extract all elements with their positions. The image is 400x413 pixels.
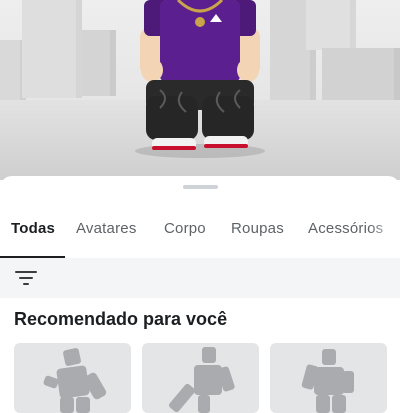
avatar-pose-icon <box>43 348 107 413</box>
tab-corpo[interactable]: Corpo <box>164 220 206 237</box>
tab-todas[interactable]: Todas <box>11 220 55 237</box>
avatar-preview[interactable] <box>0 0 400 180</box>
recommended-item-card[interactable] <box>142 343 259 413</box>
tabs-fade <box>370 210 400 256</box>
filter-icon[interactable] <box>14 269 38 287</box>
avatar-pose-icon <box>168 347 235 413</box>
tab-roupas[interactable]: Roupas <box>231 220 284 237</box>
avatar-figure <box>140 0 260 150</box>
recommended-item-card[interactable] <box>14 343 131 413</box>
filter-bar <box>0 258 400 298</box>
catalog-sheet: Todas Avatares Corpo Roupas Acessórios R… <box>0 176 400 413</box>
avatar-pose-icon <box>301 349 354 413</box>
tab-avatares[interactable]: Avatares <box>76 220 137 237</box>
sheet-drag-handle[interactable] <box>183 185 218 189</box>
recommended-item-card[interactable] <box>270 343 387 413</box>
section-title: Recomendado para você <box>14 309 228 329</box>
category-tabs: Todas Avatares Corpo Roupas Acessórios <box>0 210 400 258</box>
